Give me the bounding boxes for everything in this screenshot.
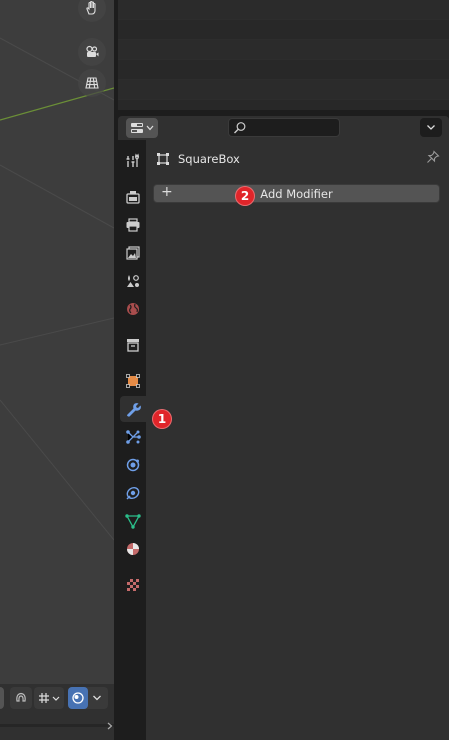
world-icon — [127, 303, 139, 315]
scene-icon — [127, 275, 139, 287]
editor-type-button[interactable] — [126, 118, 158, 138]
chevron-down-icon — [93, 695, 101, 701]
add-modifier-button[interactable]: + Add Modifier — [153, 184, 440, 203]
tab-material[interactable] — [120, 536, 146, 562]
tab-tool[interactable] — [120, 148, 146, 174]
physics-icon — [126, 458, 140, 472]
tool-icon — [126, 153, 139, 167]
pin-icon[interactable] — [426, 150, 440, 164]
properties-tab-bar — [118, 140, 146, 740]
tab-world[interactable] — [120, 296, 146, 322]
add-modifier-label: Add Modifier — [260, 186, 333, 201]
overlay-icon[interactable] — [68, 687, 88, 709]
search-icon — [234, 122, 246, 134]
outliner-row[interactable] — [118, 60, 449, 80]
tab-modifiers[interactable] — [120, 396, 146, 422]
chevron-right-icon[interactable] — [106, 722, 114, 730]
camera-icon[interactable] — [78, 38, 106, 66]
outliner-row[interactable] — [118, 80, 449, 100]
render-icon — [126, 191, 140, 204]
outliner-area[interactable] — [118, 0, 449, 110]
viewport-footer-bar — [0, 684, 114, 740]
step-badge-2: 2 — [235, 186, 255, 206]
overlay-dropdown[interactable] — [68, 687, 108, 709]
object-icon — [126, 374, 140, 388]
footer-separator — [0, 724, 114, 727]
modifier-wrench-icon — [127, 403, 141, 417]
tab-scene[interactable] — [120, 268, 146, 294]
collection-icon — [127, 339, 139, 352]
chevron-down-icon — [427, 125, 435, 130]
properties-header — [118, 116, 449, 140]
object-context-row: SquareBox — [156, 150, 240, 168]
material-icon — [127, 543, 139, 555]
constraints-icon — [126, 486, 140, 500]
tab-object[interactable] — [120, 368, 146, 394]
tab-render[interactable] — [120, 184, 146, 210]
options-dropdown-button[interactable] — [420, 118, 442, 137]
tab-collection[interactable] — [120, 332, 146, 358]
step-badge-1: 1 — [152, 409, 172, 429]
object-name: SquareBox — [178, 152, 240, 166]
properties-editor-icon — [131, 123, 143, 133]
view-layer-icon — [126, 246, 140, 260]
texture-icon — [127, 579, 139, 591]
viewport-grid — [0, 37, 114, 541]
tab-texture[interactable] — [120, 572, 146, 598]
output-icon — [126, 218, 140, 232]
snap-icon[interactable] — [10, 687, 32, 709]
properties-search-input[interactable] — [228, 118, 340, 137]
tab-constraints[interactable] — [120, 480, 146, 506]
outliner-row[interactable] — [118, 20, 449, 40]
data-icon — [125, 514, 141, 529]
grid-view-icon[interactable] — [78, 69, 106, 97]
tab-particles[interactable] — [120, 424, 146, 450]
chevron-down-icon — [146, 125, 154, 131]
tab-view-layer[interactable] — [120, 240, 146, 266]
tab-physics[interactable] — [120, 452, 146, 478]
3d-viewport[interactable] — [0, 0, 114, 740]
tab-data[interactable] — [120, 508, 146, 534]
tab-output[interactable] — [120, 212, 146, 238]
transform-pivot-icon[interactable] — [34, 687, 64, 709]
outliner-row[interactable] — [118, 0, 449, 20]
particles-icon — [126, 430, 141, 444]
outliner-row[interactable] — [118, 40, 449, 60]
properties-panel: SquareBox + Add Modifier — [146, 140, 449, 740]
footer-button-left[interactable] — [0, 687, 4, 709]
object-icon — [157, 153, 169, 165]
